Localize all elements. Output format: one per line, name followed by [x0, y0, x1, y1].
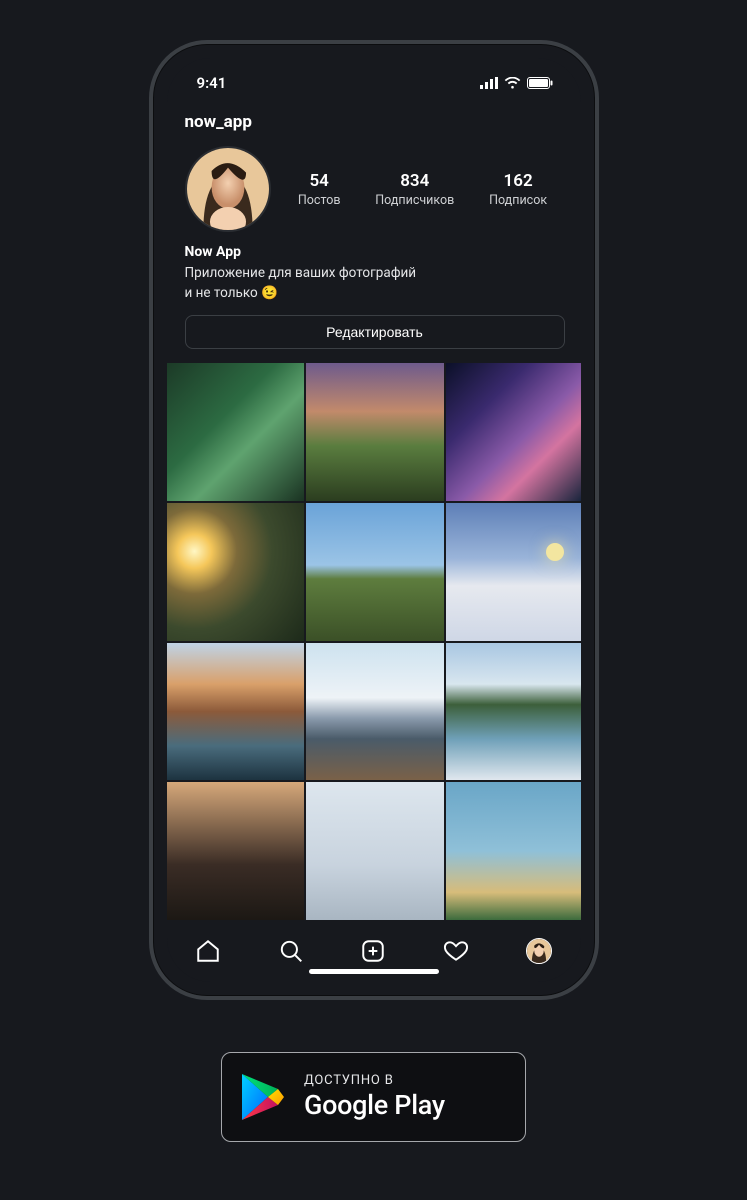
- stat-posts[interactable]: 54 Постов: [298, 171, 341, 208]
- profile-row: 54 Постов 834 Подписчиков 162 Подписок: [185, 146, 565, 244]
- stat-followers[interactable]: 834 Подписчиков: [375, 171, 454, 208]
- grid-photo[interactable]: [306, 782, 444, 920]
- status-icons: [480, 77, 553, 89]
- search-icon: [278, 938, 304, 964]
- profile-header: now_app 54 Постов: [167, 104, 581, 349]
- google-play-icon: [240, 1072, 286, 1122]
- play-badge-text: ДОСТУПНО В Google Play: [304, 1073, 445, 1121]
- photo-grid: [167, 363, 581, 920]
- stat-following-count: 162: [489, 171, 547, 191]
- google-play-badge[interactable]: ДОСТУПНО В Google Play: [221, 1052, 526, 1142]
- grid-photo[interactable]: [167, 503, 305, 641]
- edit-profile-button[interactable]: Редактировать: [185, 315, 565, 349]
- heart-icon: [443, 938, 469, 964]
- grid-photo[interactable]: [446, 643, 581, 781]
- phone-screen: 9:41 now_app: [167, 58, 581, 982]
- profile-stats: 54 Постов 834 Подписчиков 162 Подписок: [281, 171, 565, 208]
- grid-photo[interactable]: [306, 503, 444, 641]
- tab-activity[interactable]: [442, 937, 470, 965]
- phone-frame: 9:41 now_app: [149, 40, 599, 1000]
- cellular-icon: [480, 77, 498, 89]
- username[interactable]: now_app: [185, 108, 565, 146]
- tab-home[interactable]: [194, 937, 222, 965]
- stat-posts-label: Постов: [298, 193, 341, 208]
- grid-photo[interactable]: [306, 643, 444, 781]
- bio-line-2: и не только 😉: [185, 284, 565, 304]
- tab-search[interactable]: [277, 937, 305, 965]
- stat-following-label: Подписок: [489, 193, 547, 208]
- stat-posts-count: 54: [298, 171, 341, 191]
- grid-photo[interactable]: [446, 782, 581, 920]
- stat-following[interactable]: 162 Подписок: [489, 171, 547, 208]
- grid-photo[interactable]: [167, 363, 305, 501]
- grid-photo[interactable]: [167, 643, 305, 781]
- play-badge-store: Google Play: [304, 1089, 445, 1121]
- play-badge-prefix: ДОСТУПНО В: [304, 1073, 445, 1088]
- battery-icon: [527, 77, 553, 89]
- stat-followers-label: Подписчиков: [375, 193, 454, 208]
- home-indicator[interactable]: [309, 969, 439, 974]
- avatar-image: [187, 148, 269, 230]
- grid-photo[interactable]: [167, 782, 305, 920]
- grid-photo[interactable]: [446, 363, 581, 501]
- stat-followers-count: 834: [375, 171, 454, 191]
- tab-add-post[interactable]: [359, 937, 387, 965]
- wifi-icon: [504, 77, 521, 89]
- avatar[interactable]: [185, 146, 271, 232]
- add-post-icon: [360, 938, 386, 964]
- display-name: Now App: [185, 244, 565, 260]
- tab-profile[interactable]: [525, 937, 553, 965]
- grid-photo[interactable]: [446, 503, 581, 641]
- bio-line-1: Приложение для ваших фотографий: [185, 264, 565, 284]
- profile-avatar-icon: [526, 938, 552, 964]
- grid-photo[interactable]: [306, 363, 444, 501]
- status-bar: 9:41: [167, 62, 581, 104]
- status-time: 9:41: [197, 74, 227, 92]
- home-icon: [195, 938, 221, 964]
